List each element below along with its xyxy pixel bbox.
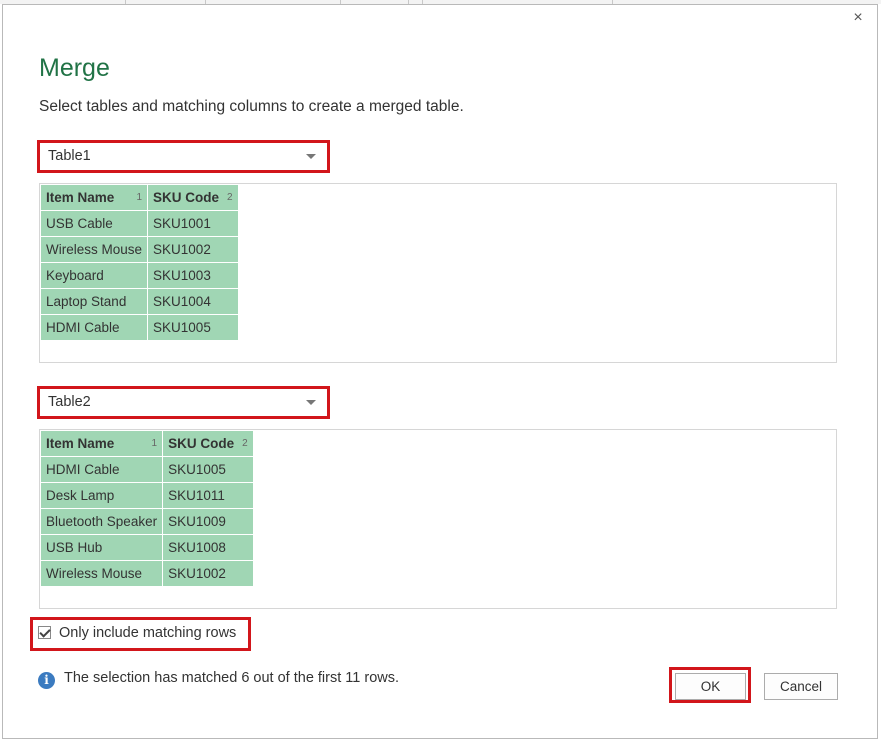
column-index-label: 1 bbox=[151, 438, 158, 449]
table-cell: Desk Lamp bbox=[39, 482, 164, 509]
table1-grid: Item Name 1 SKU Code 2 USB Cable SKU1001 Wire… bbox=[39, 184, 239, 341]
column-index-label: 1 bbox=[136, 192, 143, 203]
table-cell: USB Cable bbox=[39, 210, 149, 237]
table-cell: SKU1005 bbox=[147, 314, 239, 341]
table-cell: SKU1005 bbox=[162, 456, 254, 483]
table-cell: Wireless Mouse bbox=[39, 560, 164, 587]
table-row: HDMI Cable SKU1005 bbox=[39, 314, 239, 341]
table-cell: Keyboard bbox=[39, 262, 149, 289]
table-row: Wireless Mouse SKU1002 bbox=[39, 236, 239, 263]
column-index-label: 2 bbox=[227, 192, 233, 203]
only-matching-rows-checkbox[interactable] bbox=[38, 626, 51, 639]
table2-preview: Item Name 1 SKU Code 2 HDMI Cable SKU1005 Des… bbox=[39, 429, 837, 609]
only-matching-rows-option[interactable]: Only include matching rows bbox=[38, 625, 236, 641]
table1-select-value: Table1 bbox=[48, 148, 91, 164]
column-header-label: SKU Code bbox=[168, 436, 235, 451]
match-status-text: The selection has matched 6 out of the f… bbox=[64, 670, 400, 686]
column-header-label: SKU Code bbox=[153, 190, 220, 205]
column-header[interactable]: Item Name 1 bbox=[39, 430, 164, 457]
column-header[interactable]: Item Name 1 bbox=[39, 184, 149, 211]
table-cell: SKU1008 bbox=[162, 534, 254, 561]
table-row: Desk Lamp SKU1011 bbox=[39, 482, 254, 509]
table-row: USB Hub SKU1008 bbox=[39, 534, 254, 561]
table-cell: SKU1002 bbox=[162, 560, 254, 587]
table-cell: Wireless Mouse bbox=[39, 236, 149, 263]
table-cell: SKU1001 bbox=[147, 210, 239, 237]
table-row: USB Cable SKU1001 bbox=[39, 210, 239, 237]
dialog-subtitle: Select tables and matching columns to cr… bbox=[39, 98, 464, 115]
table2-select[interactable]: Table2 bbox=[42, 391, 324, 415]
chevron-down-icon bbox=[306, 154, 316, 159]
table2-select-value: Table2 bbox=[48, 394, 91, 410]
table2-grid: Item Name 1 SKU Code 2 HDMI Cable SKU1005 Des… bbox=[39, 430, 254, 587]
table-cell: HDMI Cable bbox=[39, 456, 164, 483]
table-cell: HDMI Cable bbox=[39, 314, 149, 341]
table-row: HDMI Cable SKU1005 bbox=[39, 456, 254, 483]
table-cell: SKU1002 bbox=[147, 236, 239, 263]
table1-select[interactable]: Table1 bbox=[42, 145, 324, 169]
column-header-label: Item Name bbox=[46, 436, 115, 451]
table-cell: Bluetooth Speaker bbox=[39, 508, 164, 535]
table-cell: Laptop Stand bbox=[39, 288, 149, 315]
column-header[interactable]: SKU Code 2 bbox=[147, 184, 239, 211]
table1-preview: Item Name 1 SKU Code 2 USB Cable SKU1001 Wire… bbox=[39, 183, 837, 363]
table-cell: SKU1011 bbox=[162, 482, 254, 509]
info-icon: i bbox=[38, 672, 55, 689]
table-row: Bluetooth Speaker SKU1009 bbox=[39, 508, 254, 535]
table-cell: SKU1009 bbox=[162, 508, 254, 535]
column-index-label: 2 bbox=[242, 438, 248, 449]
table-row: Wireless Mouse SKU1002 bbox=[39, 560, 254, 587]
table-row: Keyboard SKU1003 bbox=[39, 262, 239, 289]
only-matching-rows-label: Only include matching rows bbox=[59, 625, 237, 641]
column-header-label: Item Name bbox=[46, 190, 115, 205]
close-icon[interactable]: × bbox=[850, 10, 866, 26]
match-status: i The selection has matched 6 out of the … bbox=[38, 670, 399, 689]
chevron-down-icon bbox=[306, 400, 316, 405]
dialog-title: Merge bbox=[39, 54, 110, 82]
ok-button[interactable]: OK bbox=[675, 673, 746, 700]
table-row: Laptop Stand SKU1004 bbox=[39, 288, 239, 315]
cancel-button[interactable]: Cancel bbox=[764, 673, 838, 700]
table-cell: SKU1003 bbox=[147, 262, 239, 289]
table-cell: SKU1004 bbox=[147, 288, 239, 315]
column-header[interactable]: SKU Code 2 bbox=[162, 430, 254, 457]
table-cell: USB Hub bbox=[39, 534, 164, 561]
